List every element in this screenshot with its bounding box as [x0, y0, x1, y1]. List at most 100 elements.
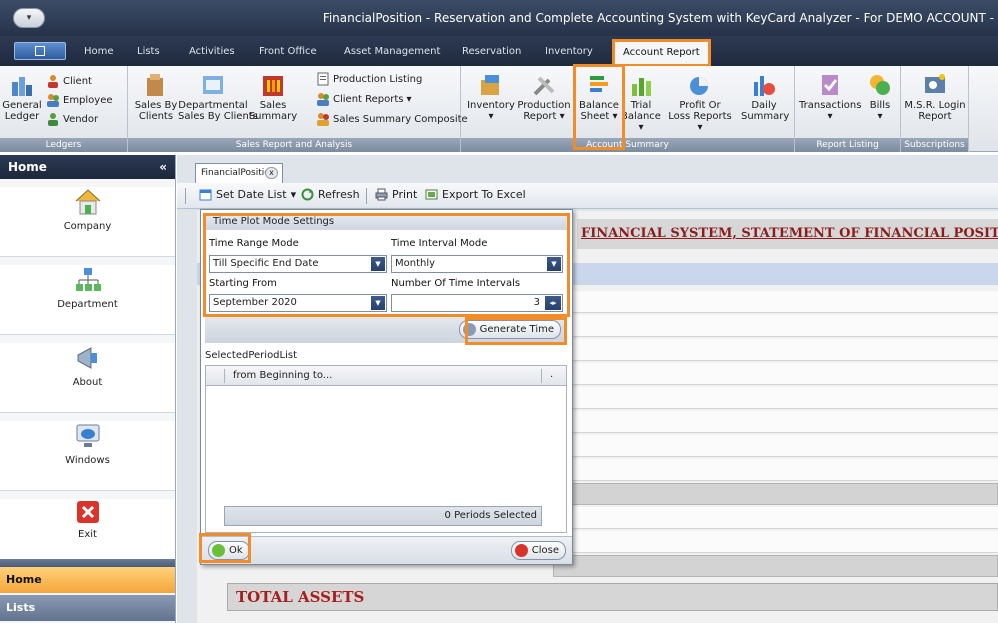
set-date-list-button[interactable]: Set Date List ▾	[199, 188, 296, 201]
calendar-icon	[199, 189, 212, 201]
daily-summary-icon	[754, 76, 775, 96]
nav-item-department[interactable]: Department	[0, 265, 175, 335]
sales-clients-icon	[147, 74, 163, 96]
production-listing-icon	[317, 72, 329, 86]
house-icon	[75, 189, 100, 215]
sales-by-clients-button[interactable]: Sales By Clients	[134, 72, 178, 122]
set-date-list-popup: Time Plot Mode Settings Time Range Mode …	[199, 209, 573, 565]
daily-summary-button[interactable]: Daily Summary	[741, 72, 789, 122]
time-interval-mode-select[interactable]: Monthly ▼	[391, 255, 563, 273]
employee-button[interactable]: Employee	[46, 93, 113, 107]
profit-or-loss-button[interactable]: Profit Or Loss Reports ▾	[665, 72, 735, 133]
departmental-sales-button[interactable]: Departmental Sales By Clients	[178, 72, 258, 122]
nav-header: Home «	[0, 155, 175, 179]
tab-reservation[interactable]: Reservation	[462, 46, 521, 57]
msr-login-report-button[interactable]: M.S.R. Login Report	[903, 72, 967, 122]
balance-sheet-button[interactable]: Balance Sheet ▾	[577, 72, 621, 122]
report-toolbar: Set Date List ▾ Refresh Print Export To E…	[177, 183, 998, 209]
print-button[interactable]: Print	[375, 188, 417, 201]
selected-period-label: SelectedPeriodList	[205, 350, 298, 361]
login-report-icon	[925, 74, 945, 93]
tools-icon	[533, 76, 555, 96]
grid-header: from Beginning to... .	[206, 366, 566, 386]
num-intervals-spinner[interactable]: 3 ◂▸	[391, 294, 563, 312]
transactions-button[interactable]: Transactions ▾	[799, 72, 861, 122]
vendor-icon	[48, 113, 58, 126]
collapse-nav-icon[interactable]: «	[159, 155, 167, 179]
app-menu-icon	[35, 46, 45, 56]
ribbon-group-subscriptions: M.S.R. Login Report Subscriptions	[901, 66, 969, 152]
periods-selected-footer: 0 Periods Selected	[224, 506, 542, 526]
tab-account-report[interactable]: Account Report	[612, 39, 711, 67]
balance-sheet-icon	[590, 76, 608, 92]
nav-splitter-grip[interactable]	[0, 559, 175, 567]
nav-bottom-home[interactable]: Home	[0, 567, 175, 593]
tab-lists[interactable]: Lists	[137, 46, 160, 57]
application-menu-button[interactable]	[14, 42, 66, 60]
generate-bar: Generate Time	[205, 317, 567, 343]
megaphone-icon	[77, 347, 97, 369]
dropdown-arrow-icon[interactable]: ▼	[547, 257, 561, 271]
ribbon-group-label: Subscriptions	[901, 138, 968, 152]
ribbon-group-ledgers: General Ledger Client Employee Vendor Le…	[0, 66, 128, 152]
left-navigation-pane: Home « Company Department About Windows …	[0, 155, 176, 623]
quick-access-dropdown-icon[interactable]: ▾	[13, 8, 45, 28]
profit-loss-icon	[690, 77, 708, 95]
client-reports-button[interactable]: Client Reports ▾	[316, 92, 412, 106]
title-bar: ▾ FinancialPosition - Reservation and Co…	[0, 0, 998, 36]
production-listing-button[interactable]: Production Listing	[316, 72, 422, 86]
close-button[interactable]: Close	[510, 541, 566, 560]
window-title: FinancialPosition - Reservation and Comp…	[322, 11, 994, 25]
printer-icon	[375, 188, 388, 201]
generate-time-button[interactable]: Generate Time	[458, 320, 561, 339]
selected-period-grid[interactable]: from Beginning to... . 0 Periods Selecte…	[205, 365, 567, 533]
employee-icon	[47, 94, 59, 107]
client-button[interactable]: Client	[46, 74, 92, 88]
vendor-button[interactable]: Vendor	[46, 112, 98, 126]
client-icon	[48, 75, 58, 88]
popup-button-bar: Ok Close	[201, 536, 572, 564]
close-tab-icon[interactable]: x	[265, 167, 278, 179]
tab-asset-management[interactable]: Asset Management	[344, 46, 440, 57]
document-tab-financial-position[interactable]: FinancialPosition x	[195, 163, 283, 183]
client-reports-icon	[317, 93, 329, 106]
ok-button[interactable]: Ok	[208, 541, 250, 560]
time-interval-mode-label: Time Interval Mode	[391, 238, 488, 249]
refresh-button[interactable]: Refresh	[301, 188, 360, 201]
export-excel-button[interactable]: Export To Excel	[425, 188, 526, 201]
dropdown-arrow-icon[interactable]: ▼	[371, 296, 385, 310]
monitor-icon	[76, 424, 99, 447]
grid-column-header-2[interactable]: .	[550, 369, 553, 380]
exit-icon	[76, 501, 99, 523]
ribbon-group-sales: Sales By Clients Departmental Sales By C…	[128, 66, 468, 152]
ribbon-group-label: Ledgers	[0, 138, 127, 152]
report-subtotal-row	[553, 483, 998, 505]
trial-balance-button[interactable]: Trial Balance ▾	[621, 72, 661, 133]
production-report-button[interactable]: Production Report ▾	[517, 72, 571, 122]
dropdown-arrow-icon[interactable]: ▼	[371, 257, 385, 271]
tab-inventory[interactable]: Inventory	[545, 46, 593, 57]
nav-item-about[interactable]: About	[0, 343, 175, 413]
tab-activities[interactable]: Activities	[189, 46, 235, 57]
starting-from-select[interactable]: September 2020 ▼	[209, 294, 387, 312]
tab-front-office[interactable]: Front Office	[259, 46, 317, 57]
nav-item-windows[interactable]: Windows	[0, 421, 175, 491]
nav-bottom-lists[interactable]: Lists	[0, 595, 175, 621]
bills-button[interactable]: Bills ▾	[863, 72, 897, 122]
report-subtotal-row	[553, 555, 998, 577]
grid-column-header[interactable]: from Beginning to...	[224, 369, 542, 383]
close-icon	[514, 544, 528, 557]
settings-title: Time Plot Mode Settings	[205, 214, 567, 230]
general-ledger-button[interactable]: General Ledger	[2, 72, 42, 122]
ribbon-group-label: Sales Report and Analysis	[128, 138, 460, 152]
time-range-mode-select[interactable]: Till Specific End Date ▼	[209, 255, 387, 273]
tab-home[interactable]: Home	[84, 46, 114, 57]
inventory-button[interactable]: Inventory ▾	[467, 72, 515, 122]
ribbon-group-report-listing: Transactions ▾ Bills ▾ Report Listing	[795, 66, 901, 152]
transactions-icon	[822, 75, 838, 95]
nav-item-company[interactable]: Company	[0, 187, 175, 257]
sales-summary-button[interactable]: Sales Summary	[248, 72, 298, 122]
spinner-arrows-icon[interactable]: ◂▸	[545, 296, 561, 310]
sales-summary-composite-button[interactable]: Sales Summary Composite	[316, 112, 468, 126]
departmental-icon	[203, 76, 223, 94]
